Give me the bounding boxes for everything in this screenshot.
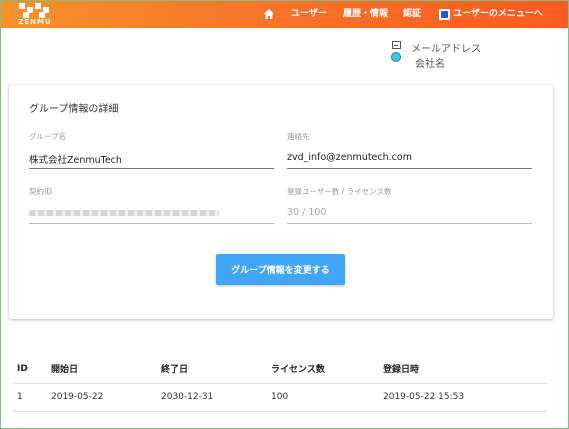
- contact-label: 連絡先: [287, 132, 310, 141]
- nav-users[interactable]: ユーザー: [291, 1, 327, 28]
- contact-field: 連絡先 zvd_info@zenmutech.com: [287, 131, 532, 169]
- group-name-label: グループ名: [29, 132, 67, 141]
- nav-auth[interactable]: 認証: [403, 1, 421, 28]
- nav-user-menu[interactable]: ユーザーのメニューへ: [453, 1, 543, 28]
- contract-id-label: 契約ID: [29, 187, 52, 196]
- col-end-date[interactable]: 終了日: [157, 355, 267, 384]
- group-detail-card: グループ情報の詳細 グループ名 株式会社ZenmuTech 連絡先 zvd_in…: [9, 85, 553, 319]
- change-group-info-button[interactable]: グループ情報を変更する: [216, 254, 345, 285]
- cell-end-date: 2030-12-31: [157, 383, 267, 412]
- home-icon[interactable]: [263, 8, 275, 20]
- nav-history[interactable]: 履歴・情報: [343, 1, 388, 28]
- license-table: ID 開始日 終了日 ライセンス数 登録日時 1 2019-05-22 2030…: [13, 355, 547, 412]
- card-title: グループ情報の詳細: [29, 104, 119, 115]
- contract-id-field: 契約ID: [29, 186, 274, 224]
- cell-registered-at: 2019-05-22 15:53: [379, 383, 547, 412]
- user-info: メールアドレス 会社名: [391, 37, 561, 71]
- cell-license-count: 100: [267, 383, 379, 412]
- contact-value: zvd_info@zenmutech.com: [287, 152, 532, 169]
- status-dot-icon: [391, 52, 401, 62]
- top-navbar: ZENMU ユーザー 履歴・情報 認証 ユーザーのメニューへ: [1, 1, 568, 28]
- user-count-field: 登録ユーザー数 / ライセンス数 30 / 100: [287, 186, 532, 224]
- redacted-contract-id: [29, 210, 219, 216]
- cell-id: 1: [13, 383, 47, 412]
- col-id[interactable]: ID: [13, 355, 47, 384]
- logo-text: ZENMU: [18, 18, 52, 26]
- table-row[interactable]: 1 2019-05-22 2030-12-31 100 2019-05-22 1…: [13, 383, 547, 412]
- user-menu-icon[interactable]: [439, 9, 450, 20]
- mail-icon: [392, 41, 401, 49]
- user-count-label: 登録ユーザー数 / ライセンス数: [287, 187, 392, 196]
- col-license-count[interactable]: ライセンス数: [267, 355, 379, 384]
- group-name-field: グループ名 株式会社ZenmuTech: [29, 131, 274, 169]
- col-registered-at[interactable]: 登録日時: [379, 355, 547, 384]
- user-company: 会社名: [415, 59, 445, 70]
- user-email: メールアドレス: [411, 44, 481, 55]
- user-count-value: 30 / 100: [287, 207, 532, 224]
- cell-start-date: 2019-05-22: [47, 383, 157, 412]
- table-header-row: ID 開始日 終了日 ライセンス数 登録日時: [13, 355, 547, 384]
- col-start-date[interactable]: 開始日: [47, 355, 157, 384]
- logo-mark: [19, 3, 49, 19]
- contract-id-value: [29, 207, 274, 224]
- zenmu-logo[interactable]: ZENMU: [11, 3, 59, 27]
- group-name-value: 株式会社ZenmuTech: [29, 152, 274, 169]
